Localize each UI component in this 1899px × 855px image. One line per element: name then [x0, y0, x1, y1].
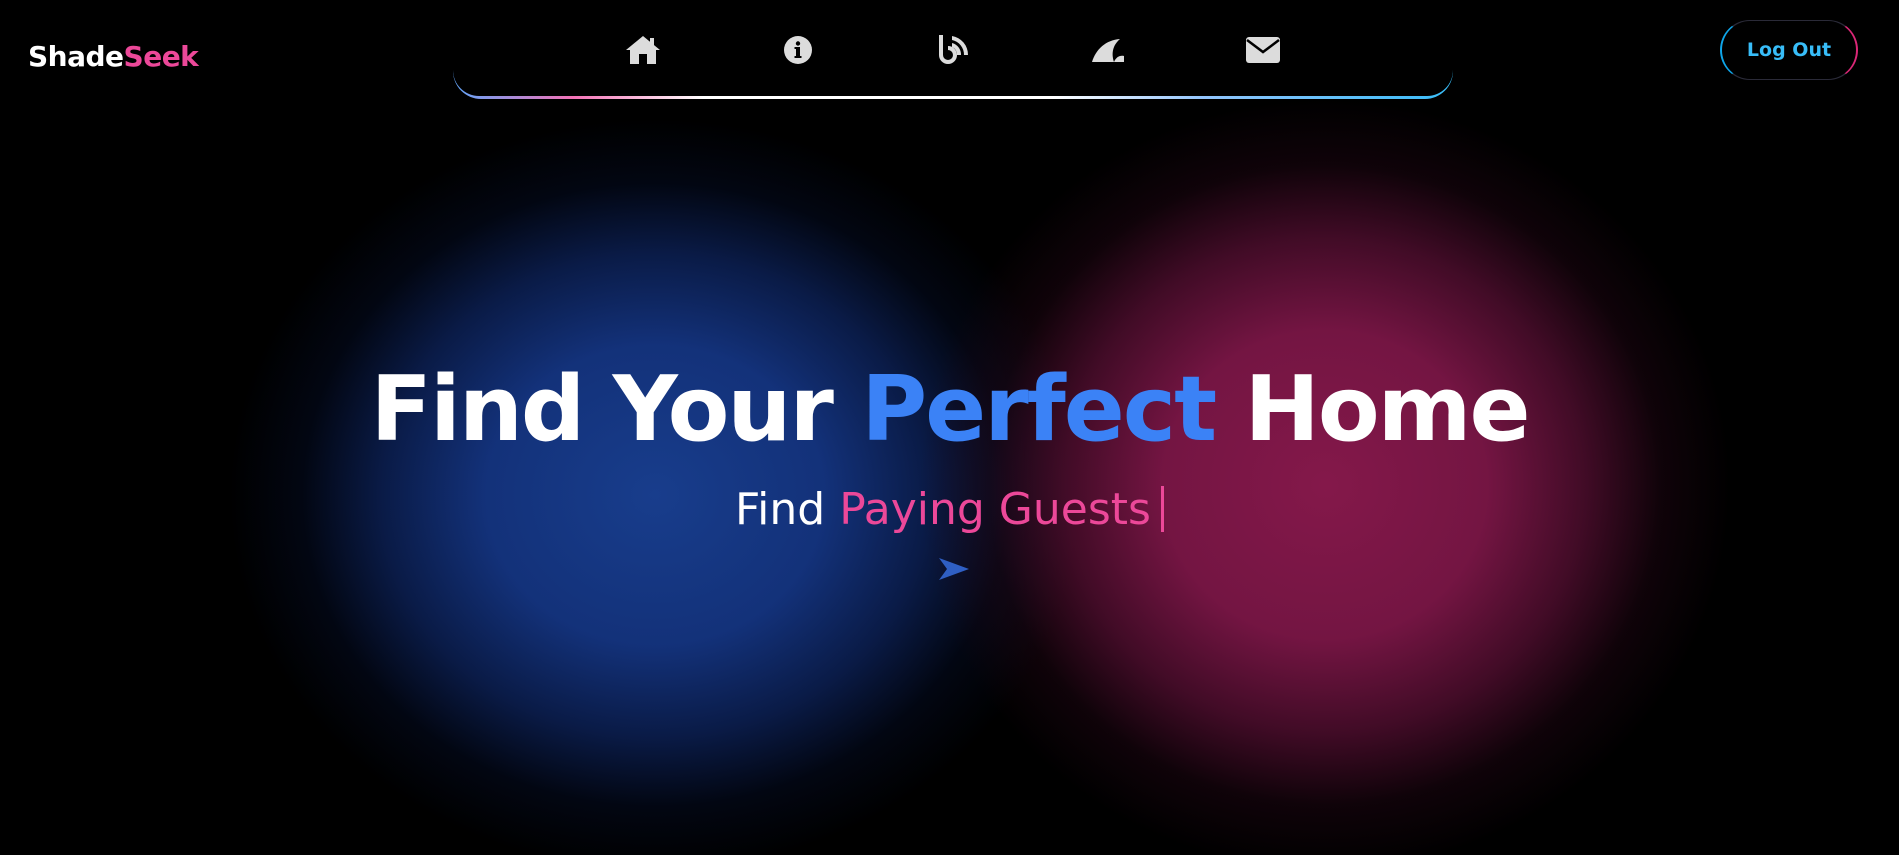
nav-icon-bar — [453, 22, 1453, 78]
envelope-icon — [1246, 37, 1280, 63]
nav-blog[interactable] — [876, 22, 1031, 78]
typing-caret — [1160, 486, 1164, 532]
pink-glow-background — [915, 95, 1735, 855]
brand-logo[interactable]: ShadeSeek — [28, 40, 199, 73]
hero-subtitle-typed: Paying Guests — [839, 484, 1151, 535]
logout-button[interactable]: Log Out — [1720, 20, 1858, 80]
brand-name-part2: Seek — [123, 40, 199, 73]
nav-about[interactable] — [721, 22, 876, 78]
landing-page: ShadeSeek Log Out Find Your Perfect Home… — [0, 0, 1899, 855]
blog-icon — [939, 35, 969, 64]
hero-subtitle: Find Paying Guests — [0, 480, 1899, 540]
arrow-right-icon — [939, 558, 969, 580]
shark-fin-icon — [1092, 39, 1124, 62]
nav-home[interactable] — [566, 22, 721, 78]
home-icon — [626, 36, 660, 64]
brand-name-part1: Shade — [28, 40, 124, 73]
hero-title: Find Your Perfect Home — [0, 355, 1899, 465]
hero-title-accent: Perfect — [861, 357, 1217, 462]
nav-explore[interactable] — [1031, 22, 1186, 78]
info-icon — [784, 36, 812, 64]
hero-title-part2: Home — [1215, 357, 1531, 462]
hero-title-part1: Find Your — [370, 357, 862, 462]
nav-contact[interactable] — [1186, 22, 1341, 78]
scroll-arrow-button[interactable] — [934, 553, 974, 585]
hero-subtitle-prefix: Find — [735, 484, 840, 535]
